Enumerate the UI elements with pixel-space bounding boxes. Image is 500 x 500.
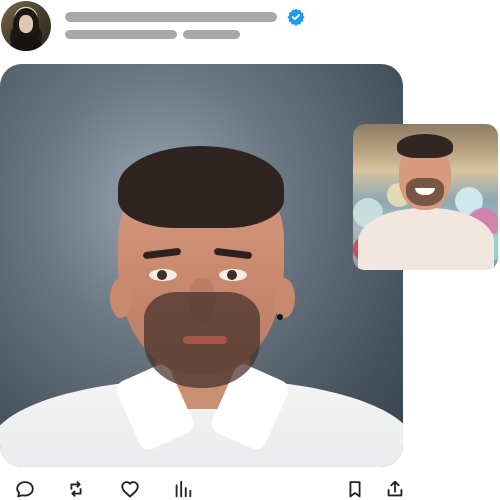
avatar-shoulder <box>10 36 42 51</box>
verified-badge-icon <box>287 8 305 26</box>
main-ear-right <box>273 278 295 318</box>
inset-photo[interactable] <box>353 124 498 270</box>
main-photo[interactable] <box>0 64 403 467</box>
share-icon <box>387 480 403 497</box>
like-button[interactable] <box>118 478 142 500</box>
reply-button[interactable] <box>13 478 37 500</box>
avatar-face <box>19 15 33 33</box>
main-ear-left <box>110 278 132 318</box>
reply-icon <box>16 481 34 498</box>
inset-shirt <box>358 208 494 270</box>
main-eye-left <box>149 269 177 281</box>
retweet-icon <box>70 481 82 497</box>
post-actions <box>0 478 500 500</box>
inset-hair <box>397 134 453 158</box>
bookmark-icon <box>349 481 361 498</box>
display-name-placeholder <box>65 12 277 22</box>
share-button[interactable] <box>383 478 407 500</box>
stats-icon <box>175 480 192 498</box>
main-earring <box>277 314 283 320</box>
main-eye-right <box>219 269 247 281</box>
bookmark-button[interactable] <box>343 478 367 500</box>
post-card <box>0 0 500 500</box>
handle-placeholder <box>65 30 177 39</box>
main-mouth <box>183 336 227 344</box>
heart-icon <box>121 481 139 498</box>
avatar[interactable] <box>1 1 51 51</box>
stats-button[interactable] <box>171 478 195 500</box>
main-hair <box>118 146 284 228</box>
timestamp-placeholder <box>183 30 240 39</box>
retweet-button[interactable] <box>64 478 88 500</box>
